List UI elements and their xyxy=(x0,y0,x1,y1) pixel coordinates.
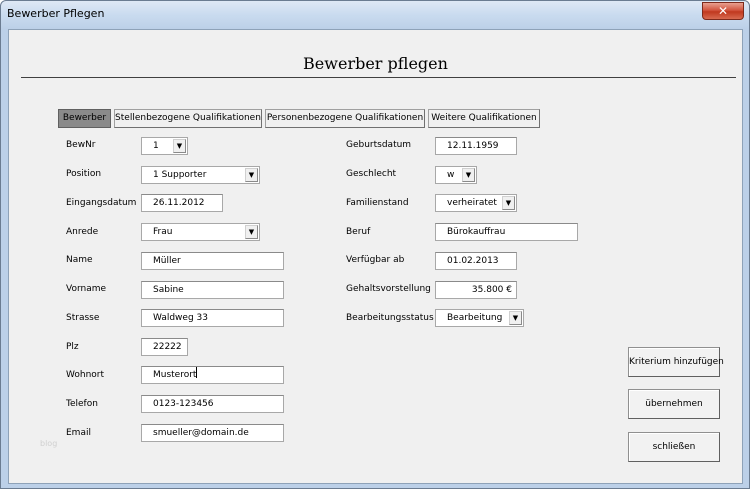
label-anrede: Anrede xyxy=(66,227,99,237)
label-eingangsdatum: Eingangsdatum xyxy=(66,198,137,208)
name-input[interactable]: Müller xyxy=(141,252,284,270)
close-icon: ✕ xyxy=(717,4,729,18)
window-title: Bewerber Pflegen xyxy=(7,7,105,20)
wohnort-value: Musterort xyxy=(153,370,197,380)
label-email: Email xyxy=(66,428,91,438)
label-name: Name xyxy=(66,255,93,265)
familienstand-select[interactable]: verheiratet ▼ xyxy=(435,194,517,212)
bearbeitungsstatus-value: Bearbeitung xyxy=(447,313,503,323)
email-input[interactable]: smueller@domain.de xyxy=(141,424,284,442)
close-button[interactable]: ✕ xyxy=(702,2,744,20)
strasse-input[interactable]: Waldweg 33 xyxy=(141,309,284,327)
bewnr-value: 1 xyxy=(153,141,159,151)
label-geburtsdatum: Geburtsdatum xyxy=(346,140,412,150)
chevron-down-icon[interactable]: ▼ xyxy=(245,225,258,239)
label-wohnort: Wohnort xyxy=(66,370,105,380)
text-caret xyxy=(196,367,198,378)
geschlecht-select[interactable]: w ▼ xyxy=(435,166,477,184)
geburtsdatum-input[interactable]: 12.11.1959 xyxy=(435,137,517,155)
chevron-down-icon[interactable]: ▼ xyxy=(245,168,258,182)
vorname-input[interactable]: Sabine xyxy=(141,281,284,299)
heading-divider xyxy=(21,77,736,78)
beruf-input[interactable]: Bürokauffrau xyxy=(435,223,578,241)
tab-personenbezogene-qualifikationen[interactable]: Personenbezogene Qualifikationen xyxy=(265,109,425,128)
close-form-button[interactable]: schließen xyxy=(628,432,720,462)
label-telefon: Telefon xyxy=(66,399,98,409)
watermark-text: blog xyxy=(40,439,58,448)
bearbeitungsstatus-select[interactable]: Bearbeitung ▼ xyxy=(435,309,524,327)
label-familienstand: Familienstand xyxy=(346,198,409,208)
tab-weitere-qualifikationen[interactable]: Weitere Qualifikationen xyxy=(428,109,540,128)
anrede-value: Frau xyxy=(153,227,173,237)
wohnort-input[interactable]: Musterort xyxy=(141,366,284,384)
eingangsdatum-input[interactable]: 26.11.2012 xyxy=(141,194,223,212)
geschlecht-value: w xyxy=(447,170,455,180)
chevron-down-icon[interactable]: ▼ xyxy=(462,168,475,182)
title-bar[interactable]: Bewerber Pflegen ✕ xyxy=(1,1,749,27)
gehaltsvorstellung-input[interactable]: 35.800 € xyxy=(435,281,517,299)
position-select[interactable]: 1 Supporter ▼ xyxy=(141,166,260,184)
position-value: 1 Supporter xyxy=(153,170,207,180)
label-strasse: Strasse xyxy=(66,313,100,323)
label-plz: Plz xyxy=(66,342,79,352)
telefon-input[interactable]: 0123-123456 xyxy=(141,395,284,413)
label-geschlecht: Geschlecht xyxy=(346,169,397,179)
apply-button[interactable]: übernehmen xyxy=(628,389,720,419)
label-gehaltsvorstellung: Gehaltsvorstellung xyxy=(346,284,431,294)
anrede-select[interactable]: Frau ▼ xyxy=(141,223,260,241)
label-bewnr: BewNr xyxy=(66,140,96,150)
label-bearbeitungsstatus: Bearbeitungsstatus xyxy=(346,313,434,323)
label-position: Position xyxy=(66,169,102,179)
label-verfuegbar-ab: Verfügbar ab xyxy=(346,255,405,265)
add-criterion-button[interactable]: Kriterium hinzufügen xyxy=(628,347,724,377)
verfuegbar-ab-input[interactable]: 01.02.2013 xyxy=(435,252,517,270)
chevron-down-icon[interactable]: ▼ xyxy=(502,196,515,210)
tab-bewerber[interactable]: Bewerber xyxy=(58,109,111,128)
familienstand-value: verheiratet xyxy=(447,198,497,208)
bewnr-select[interactable]: 1 ▼ xyxy=(141,137,188,155)
form-body: Bewerber pflegen Bewerber Stellenbezogen… xyxy=(8,29,743,484)
chevron-down-icon[interactable]: ▼ xyxy=(509,311,522,325)
form-heading: Bewerber pflegen xyxy=(303,54,448,73)
dialog-window: Bewerber Pflegen ✕ Bewerber pflegen Bewe… xyxy=(0,0,750,489)
label-vorname: Vorname xyxy=(66,284,107,294)
chevron-down-icon[interactable]: ▼ xyxy=(173,139,186,153)
label-beruf: Beruf xyxy=(346,227,371,237)
tab-stellenbezogene-qualifikationen[interactable]: Stellenbezogene Qualifikationen xyxy=(114,109,262,128)
plz-input[interactable]: 22222 xyxy=(141,338,188,356)
